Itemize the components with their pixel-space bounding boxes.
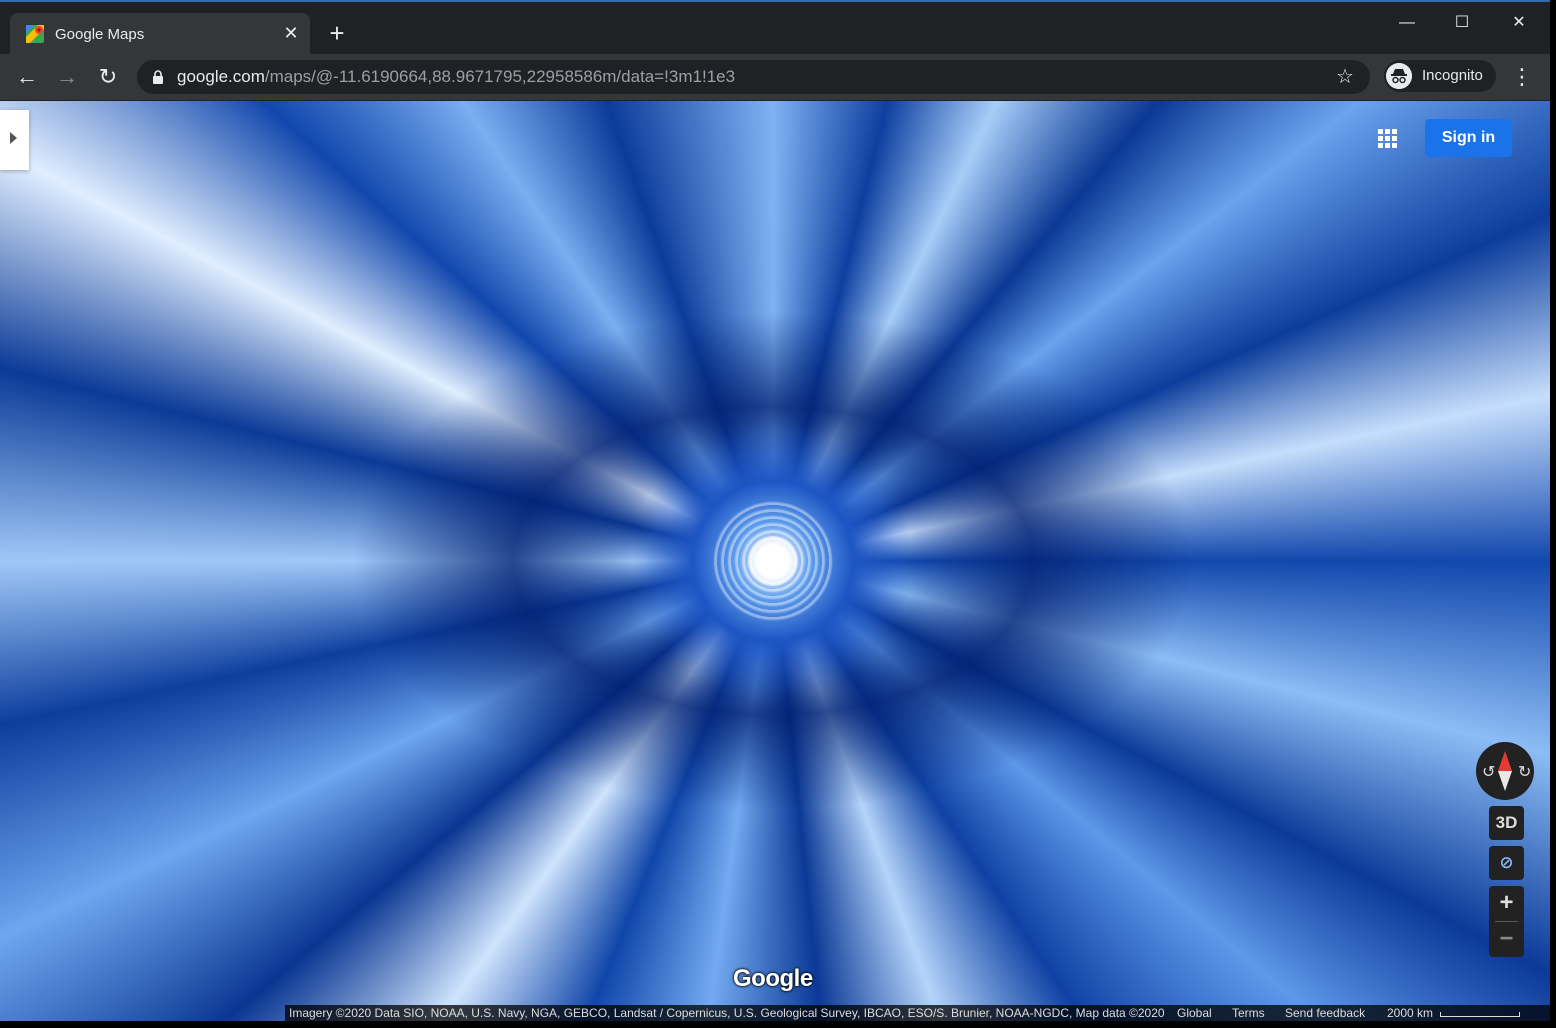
zoom-in-button[interactable]: + <box>1489 886 1524 921</box>
globe-view-button[interactable]: ⊘ <box>1489 846 1524 880</box>
imagery-attribution: Imagery ©2020 Data SIO, NOAA, U.S. Navy,… <box>289 1006 1165 1020</box>
google-apps-icon[interactable] <box>1372 123 1402 153</box>
scale-bar[interactable] <box>1440 1012 1520 1017</box>
compass-control[interactable]: ↺ ↻ <box>1476 742 1534 800</box>
scale-label[interactable]: 2000 km <box>1387 1005 1433 1021</box>
map-footer: Imagery ©2020 Data SIO, NOAA, U.S. Navy,… <box>285 1005 1550 1021</box>
rotate-left-icon[interactable]: ↺ <box>1482 762 1495 782</box>
minimize-button[interactable]: — <box>1387 10 1427 36</box>
side-panel-toggle[interactable] <box>0 110 29 170</box>
close-window-button[interactable]: ✕ <box>1499 10 1539 36</box>
maximize-button[interactable]: ☐ <box>1442 10 1482 36</box>
zoom-control: + − <box>1489 886 1524 957</box>
compass-south-icon <box>1498 771 1512 791</box>
window-bottom-border <box>0 1021 1550 1028</box>
new-tab-button[interactable]: + <box>325 20 349 46</box>
incognito-profile-button[interactable]: Incognito <box>1384 60 1496 92</box>
rotate-right-icon[interactable]: ↻ <box>1518 762 1531 782</box>
tab-google-maps[interactable]: Google Maps ✕ <box>10 13 310 56</box>
tab-title: Google Maps <box>55 26 145 43</box>
back-button[interactable]: ← <box>13 63 41 91</box>
sign-in-button[interactable]: Sign in <box>1425 119 1512 157</box>
send-feedback-link[interactable]: Send feedback <box>1285 1005 1365 1021</box>
map-canvas[interactable]: Sign in ↺ ↻ 3D ⊘ + − Google Imagery ©202… <box>0 101 1550 1021</box>
expand-arrow-icon <box>10 132 17 144</box>
url-text: google.com/maps/@-11.6190664,88.9671795,… <box>177 67 735 87</box>
incognito-icon <box>1386 63 1412 89</box>
reload-button[interactable]: ↻ <box>94 63 122 91</box>
tab-strip: Google Maps ✕ + — ☐ ✕ <box>0 0 1550 56</box>
toggle-3d-button[interactable]: 3D <box>1489 806 1524 840</box>
browser-toolbar: ← → ↻ google.com/maps/@-11.6190664,88.96… <box>0 54 1550 100</box>
incognito-label: Incognito <box>1422 67 1483 84</box>
lock-icon <box>153 70 163 84</box>
google-maps-favicon-icon <box>26 25 44 43</box>
address-bar[interactable]: google.com/maps/@-11.6190664,88.9671795,… <box>137 60 1370 94</box>
terms-link[interactable]: Terms <box>1232 1005 1265 1021</box>
url-path: /maps/@-11.6190664,88.9671795,22958586m/… <box>264 67 736 86</box>
compass-north-icon <box>1498 751 1512 771</box>
zoom-out-button[interactable]: − <box>1489 922 1524 957</box>
url-host: google.com <box>177 67 265 86</box>
imagery-core <box>748 536 798 586</box>
browser-menu-icon[interactable]: ⋮ <box>1510 63 1534 91</box>
google-logo: Google <box>733 965 813 992</box>
browser-window: Google Maps ✕ + — ☐ ✕ ← → ↻ google.com/m… <box>0 0 1550 1028</box>
region-link[interactable]: Global <box>1177 1005 1212 1021</box>
tab-close-icon[interactable]: ✕ <box>280 22 302 44</box>
forward-button[interactable]: → <box>53 63 81 91</box>
bookmark-star-icon[interactable]: ☆ <box>1336 65 1354 89</box>
